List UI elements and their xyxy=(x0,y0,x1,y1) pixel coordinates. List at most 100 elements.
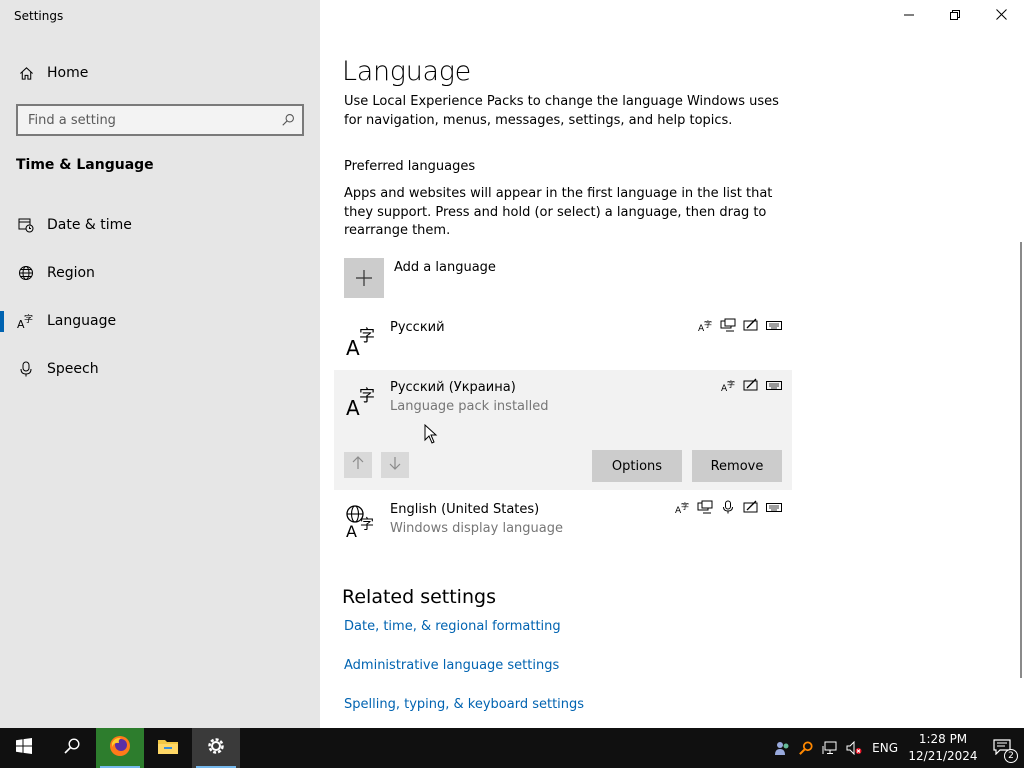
language-name: English (United States) xyxy=(390,502,540,517)
language-item-english-us[interactable]: A字 English (United States) Windows displ… xyxy=(334,492,792,548)
language-features: A字 xyxy=(697,318,782,332)
home-label: Home xyxy=(47,65,89,81)
add-language-button[interactable]: Add a language xyxy=(344,258,496,298)
taskbar-search-button[interactable] xyxy=(48,728,96,768)
search-icon xyxy=(64,738,80,758)
home-icon xyxy=(18,65,34,81)
handwriting-icon xyxy=(743,500,759,514)
handwriting-lang-icon: A字 xyxy=(720,378,736,392)
sidebar-item-language[interactable]: A字 Language xyxy=(0,301,320,341)
input-language-indicator[interactable]: ENG xyxy=(872,741,898,755)
clock-time: 1:28 PM xyxy=(918,732,968,746)
arrow-down-icon xyxy=(389,456,401,474)
language-item-russian-ukraine[interactable]: A字 Русский (Украина) Language pack insta… xyxy=(334,370,792,490)
handwriting-lang-icon: A字 xyxy=(674,500,690,514)
options-button[interactable]: Options xyxy=(592,450,682,482)
taskbar-settings[interactable] xyxy=(192,728,240,768)
network-icon[interactable] xyxy=(818,728,842,768)
keyboard-icon xyxy=(766,500,782,514)
related-settings-heading: Related settings xyxy=(342,586,496,608)
microphone-icon xyxy=(720,500,736,514)
svg-text:A: A xyxy=(346,396,360,416)
handwriting-lang-icon: A字 xyxy=(697,318,713,332)
arrow-up-icon xyxy=(352,456,364,474)
firefox-icon xyxy=(109,735,131,761)
action-center-button[interactable]: 2 xyxy=(980,728,1024,768)
svg-text:字: 字 xyxy=(704,319,712,329)
globe-icon xyxy=(17,264,35,282)
keyboard-icon xyxy=(766,378,782,392)
language-features: A字 xyxy=(674,500,782,514)
link-date-time-regional[interactable]: Date, time, & regional formatting xyxy=(344,619,561,634)
move-up-button[interactable] xyxy=(344,452,372,478)
svg-text:A: A xyxy=(346,522,357,538)
start-icon xyxy=(16,738,32,758)
search-icon[interactable] xyxy=(274,106,302,134)
notification-count-badge: 2 xyxy=(1004,749,1018,763)
language-glyph-icon: A字 xyxy=(346,386,375,416)
display-icon xyxy=(697,500,713,514)
taskbar-firefox[interactable] xyxy=(96,728,144,768)
remove-button[interactable]: Remove xyxy=(692,450,782,482)
clock[interactable]: 1:28 PM 12/21/2024 xyxy=(906,731,980,765)
move-down-button[interactable] xyxy=(381,452,409,478)
language-glyph-icon: A字 xyxy=(346,326,375,356)
link-spelling-typing-keyboard[interactable]: Spelling, typing, & keyboard settings xyxy=(344,697,584,712)
home-nav-item[interactable]: Home xyxy=(0,56,320,90)
section-title: Time & Language xyxy=(16,157,154,173)
language-features: A字 xyxy=(720,378,782,392)
language-status: Language pack installed xyxy=(390,399,549,414)
sidebar-item-speech[interactable]: Speech xyxy=(0,349,320,389)
language-name: Русский xyxy=(390,320,445,335)
file-explorer-icon xyxy=(157,737,179,759)
sidebar-item-label: Speech xyxy=(47,361,99,377)
clock-date: 12/21/2024 xyxy=(908,749,978,763)
settings-window: Settings Home Time & Language Date & tim… xyxy=(0,0,1024,728)
page-title: Language xyxy=(342,56,471,87)
svg-text:A: A xyxy=(346,336,360,356)
svg-text:字: 字 xyxy=(359,386,375,405)
svg-text:字: 字 xyxy=(681,501,689,511)
intro-text: Use Local Experience Packs to change the… xyxy=(344,94,779,128)
settings-search-box[interactable] xyxy=(16,104,304,136)
svg-text:字: 字 xyxy=(360,517,374,533)
language-status: Windows display language xyxy=(390,521,563,536)
handwriting-icon xyxy=(743,378,759,392)
search-input[interactable] xyxy=(18,106,274,134)
display-language-glyph-icon: A字 xyxy=(346,505,374,538)
mouse-cursor-icon xyxy=(424,424,438,444)
sidebar-item-label: Region xyxy=(47,265,95,281)
scrollbar[interactable] xyxy=(1020,242,1022,678)
sidebar: Settings Home Time & Language Date & tim… xyxy=(0,0,320,728)
svg-text:字: 字 xyxy=(24,313,33,325)
svg-text:字: 字 xyxy=(359,326,375,345)
sidebar-item-label: Language xyxy=(47,313,117,329)
keyboard-icon xyxy=(766,318,782,332)
link-admin-language[interactable]: Administrative language settings xyxy=(344,658,559,673)
sidebar-item-region[interactable]: Region xyxy=(0,253,320,293)
preferred-languages-desc: Apps and websites will appear in the fir… xyxy=(344,186,773,238)
sidebar-item-date-time[interactable]: Date & time xyxy=(0,205,320,245)
language-name: Русский (Украина) xyxy=(390,380,516,395)
taskbar-file-explorer[interactable] xyxy=(144,728,192,768)
taskbar: ENG 1:28 PM 12/21/2024 2 xyxy=(0,728,1024,768)
settings-icon xyxy=(206,736,226,760)
display-icon xyxy=(720,318,736,332)
window-title: Settings xyxy=(14,9,64,23)
plus-icon xyxy=(344,258,384,298)
calendar-clock-icon xyxy=(17,216,35,234)
sidebar-item-label: Date & time xyxy=(47,217,132,233)
start-button[interactable] xyxy=(0,728,48,768)
handwriting-icon xyxy=(743,318,759,332)
system-tray: ENG 1:28 PM 12/21/2024 2 xyxy=(770,728,1024,768)
add-language-label: Add a language xyxy=(394,260,496,275)
volume-muted-icon[interactable] xyxy=(842,728,866,768)
search-tray-icon[interactable] xyxy=(794,728,818,768)
preferred-languages-heading: Preferred languages xyxy=(344,159,476,174)
main-content: Language Use Local Experience Packs to c… xyxy=(320,0,1024,728)
language-icon: A字 xyxy=(17,312,35,330)
microphone-icon xyxy=(17,360,35,378)
language-item-russian[interactable]: A字 Русский A字 xyxy=(334,310,792,366)
people-icon[interactable] xyxy=(770,728,794,768)
svg-text:字: 字 xyxy=(727,379,735,389)
